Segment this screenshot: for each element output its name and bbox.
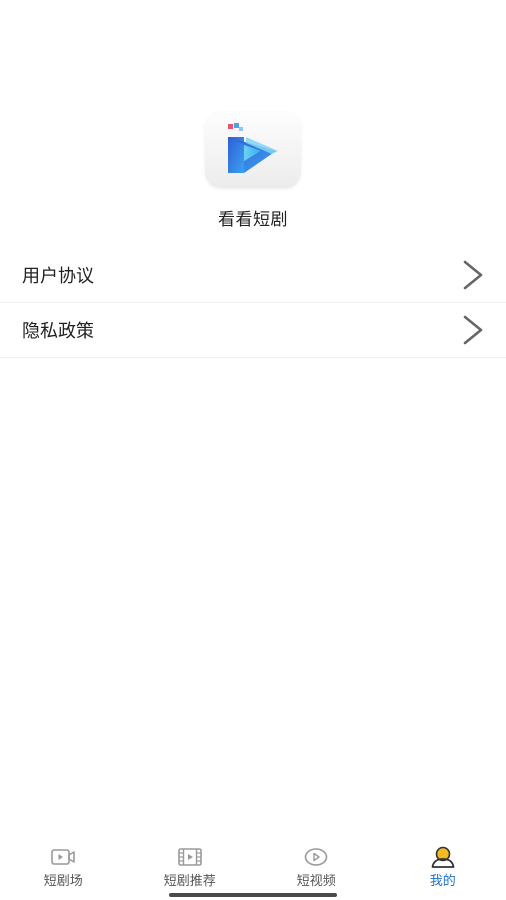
tab-profile-label: 我的 <box>429 874 456 889</box>
app-header: 看看短剧 <box>0 112 506 230</box>
film-strip-icon <box>177 846 203 868</box>
tab-profile[interactable]: 我的 <box>380 838 506 900</box>
app-name: 看看短剧 <box>218 210 288 230</box>
chevron-right-icon <box>460 313 486 347</box>
play-circle-icon <box>303 846 329 868</box>
play-logo-icon <box>228 123 278 173</box>
tab-theater-label: 短剧场 <box>43 874 83 889</box>
video-camera-icon <box>50 846 76 868</box>
tab-short-video[interactable]: 短视频 <box>253 838 380 900</box>
tab-recommend-label: 短剧推荐 <box>163 874 216 889</box>
bottom-tab-bar: 短剧场 短剧推荐 短视频 我的 <box>0 838 506 900</box>
app-logo <box>205 112 301 188</box>
chevron-right-icon <box>460 258 486 292</box>
user-agreement-item[interactable]: 用户协议 <box>0 248 506 303</box>
privacy-policy-label: 隐私政策 <box>22 321 94 342</box>
privacy-policy-item[interactable]: 隐私政策 <box>0 303 506 358</box>
home-indicator[interactable] <box>169 893 337 897</box>
tab-recommend[interactable]: 短剧推荐 <box>127 838 254 900</box>
user-profile-icon <box>430 846 456 868</box>
user-agreement-label: 用户协议 <box>22 266 94 287</box>
settings-menu: 用户协议 隐私政策 <box>0 248 506 358</box>
tab-theater[interactable]: 短剧场 <box>0 838 127 900</box>
tab-short-video-label: 短视频 <box>296 874 336 889</box>
